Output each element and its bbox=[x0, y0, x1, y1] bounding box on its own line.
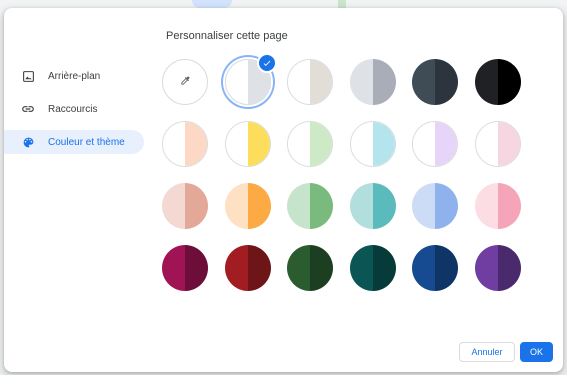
swatch-left-half bbox=[349, 183, 373, 229]
swatch-left-half bbox=[412, 59, 435, 105]
swatch-left-half bbox=[287, 245, 310, 291]
swatch-left-half bbox=[475, 122, 498, 166]
theme-swatch-green[interactable] bbox=[287, 183, 333, 229]
theme-swatch-orange[interactable] bbox=[224, 183, 271, 229]
swatch-left-half bbox=[163, 122, 185, 166]
cancel-button[interactable]: Annuler bbox=[459, 342, 515, 362]
palette-icon bbox=[20, 134, 36, 150]
customize-dialog: Personnaliser cette page Arrière-plan Ra… bbox=[4, 8, 563, 372]
theme-swatch-purple[interactable] bbox=[474, 245, 521, 291]
link-icon bbox=[20, 101, 36, 117]
swatch-left-half bbox=[349, 245, 373, 291]
swatch-left-half bbox=[474, 59, 498, 105]
theme-swatch-light-pink[interactable] bbox=[474, 121, 521, 167]
swatch-right-half bbox=[247, 245, 271, 291]
swatch-left-half bbox=[474, 183, 498, 229]
theme-swatch-magenta[interactable] bbox=[162, 245, 208, 291]
swatch-right-half bbox=[435, 245, 458, 291]
swatch-right-half bbox=[497, 245, 521, 291]
swatch-right-half bbox=[372, 183, 396, 229]
swatch-left-half bbox=[474, 245, 498, 291]
sidebar-item-shortcuts[interactable]: Raccourcis bbox=[4, 97, 144, 121]
swatch-right-half bbox=[247, 122, 270, 166]
background-decoration bbox=[338, 0, 346, 8]
swatch-left-half bbox=[225, 122, 248, 166]
theme-swatch-black[interactable] bbox=[474, 59, 521, 105]
sidebar: Arrière-plan Raccourcis Couleur et thème bbox=[4, 64, 144, 163]
swatch-right-half bbox=[497, 183, 521, 229]
sidebar-item-label: Raccourcis bbox=[48, 103, 98, 115]
swatch-left-half bbox=[162, 245, 185, 291]
theme-swatch-light-lavender[interactable] bbox=[412, 121, 458, 167]
image-icon bbox=[20, 68, 36, 84]
swatch-left-half bbox=[224, 245, 248, 291]
swatch-right-half bbox=[372, 245, 396, 291]
swatch-right-half bbox=[310, 60, 332, 104]
swatch-right-half bbox=[185, 183, 208, 229]
background-decoration bbox=[192, 0, 232, 8]
sidebar-item-label: Couleur et thème bbox=[48, 136, 125, 148]
eyedropper-icon bbox=[180, 73, 191, 91]
swatch-left-half bbox=[162, 183, 185, 229]
theme-swatch-pink[interactable] bbox=[474, 183, 521, 229]
theme-swatch-dark-blue-grey[interactable] bbox=[412, 59, 458, 105]
swatch-right-half bbox=[372, 59, 396, 105]
theme-swatch-light-green[interactable] bbox=[287, 121, 333, 167]
check-icon bbox=[256, 53, 277, 73]
theme-swatch-custom[interactable] bbox=[162, 59, 208, 105]
theme-swatch-peach[interactable] bbox=[162, 121, 208, 167]
swatch-right-half bbox=[497, 59, 521, 105]
swatch-left-half bbox=[412, 245, 435, 291]
swatch-right-half bbox=[435, 122, 457, 166]
swatch-right-half bbox=[497, 122, 520, 166]
swatch-right-half bbox=[247, 183, 271, 229]
swatch-left-half bbox=[349, 59, 373, 105]
swatch-right-half bbox=[310, 122, 332, 166]
swatch-left-half bbox=[413, 122, 435, 166]
swatch-left-half bbox=[350, 122, 373, 166]
theme-swatch-blue[interactable] bbox=[412, 183, 458, 229]
swatch-right-half bbox=[435, 59, 458, 105]
swatch-left-half bbox=[412, 183, 435, 229]
theme-swatch-dusty-rose[interactable] bbox=[162, 183, 208, 229]
theme-swatch-dark-teal[interactable] bbox=[349, 245, 396, 291]
dialog-title: Personnaliser cette page bbox=[166, 30, 288, 42]
swatch-right-half bbox=[185, 122, 207, 166]
theme-swatch-dark-blue[interactable] bbox=[412, 245, 458, 291]
ok-button[interactable]: OK bbox=[520, 342, 553, 362]
sidebar-item-color-theme[interactable]: Couleur et thème bbox=[4, 130, 144, 154]
swatch-right-half bbox=[310, 245, 333, 291]
theme-swatch-light-cyan[interactable] bbox=[349, 121, 396, 167]
sidebar-item-background[interactable]: Arrière-plan bbox=[4, 64, 144, 88]
swatch-right-half bbox=[310, 183, 333, 229]
swatch-left-half bbox=[224, 183, 248, 229]
swatch-right-half bbox=[372, 122, 395, 166]
theme-swatch-dark-red[interactable] bbox=[224, 245, 271, 291]
swatch-right-half bbox=[185, 245, 208, 291]
theme-swatch-warm-grey[interactable] bbox=[287, 59, 333, 105]
sidebar-item-label: Arrière-plan bbox=[48, 70, 101, 82]
theme-swatch-dark-green[interactable] bbox=[287, 245, 333, 291]
theme-swatch-cool-grey[interactable] bbox=[349, 59, 396, 105]
swatch-right-half bbox=[435, 183, 458, 229]
swatch-left-half bbox=[225, 60, 248, 104]
swatch-left-half bbox=[288, 122, 310, 166]
swatch-left-half bbox=[288, 60, 310, 104]
theme-swatch-yellow[interactable] bbox=[224, 121, 271, 167]
theme-swatch-teal[interactable] bbox=[349, 183, 396, 229]
swatch-left-half bbox=[287, 183, 310, 229]
